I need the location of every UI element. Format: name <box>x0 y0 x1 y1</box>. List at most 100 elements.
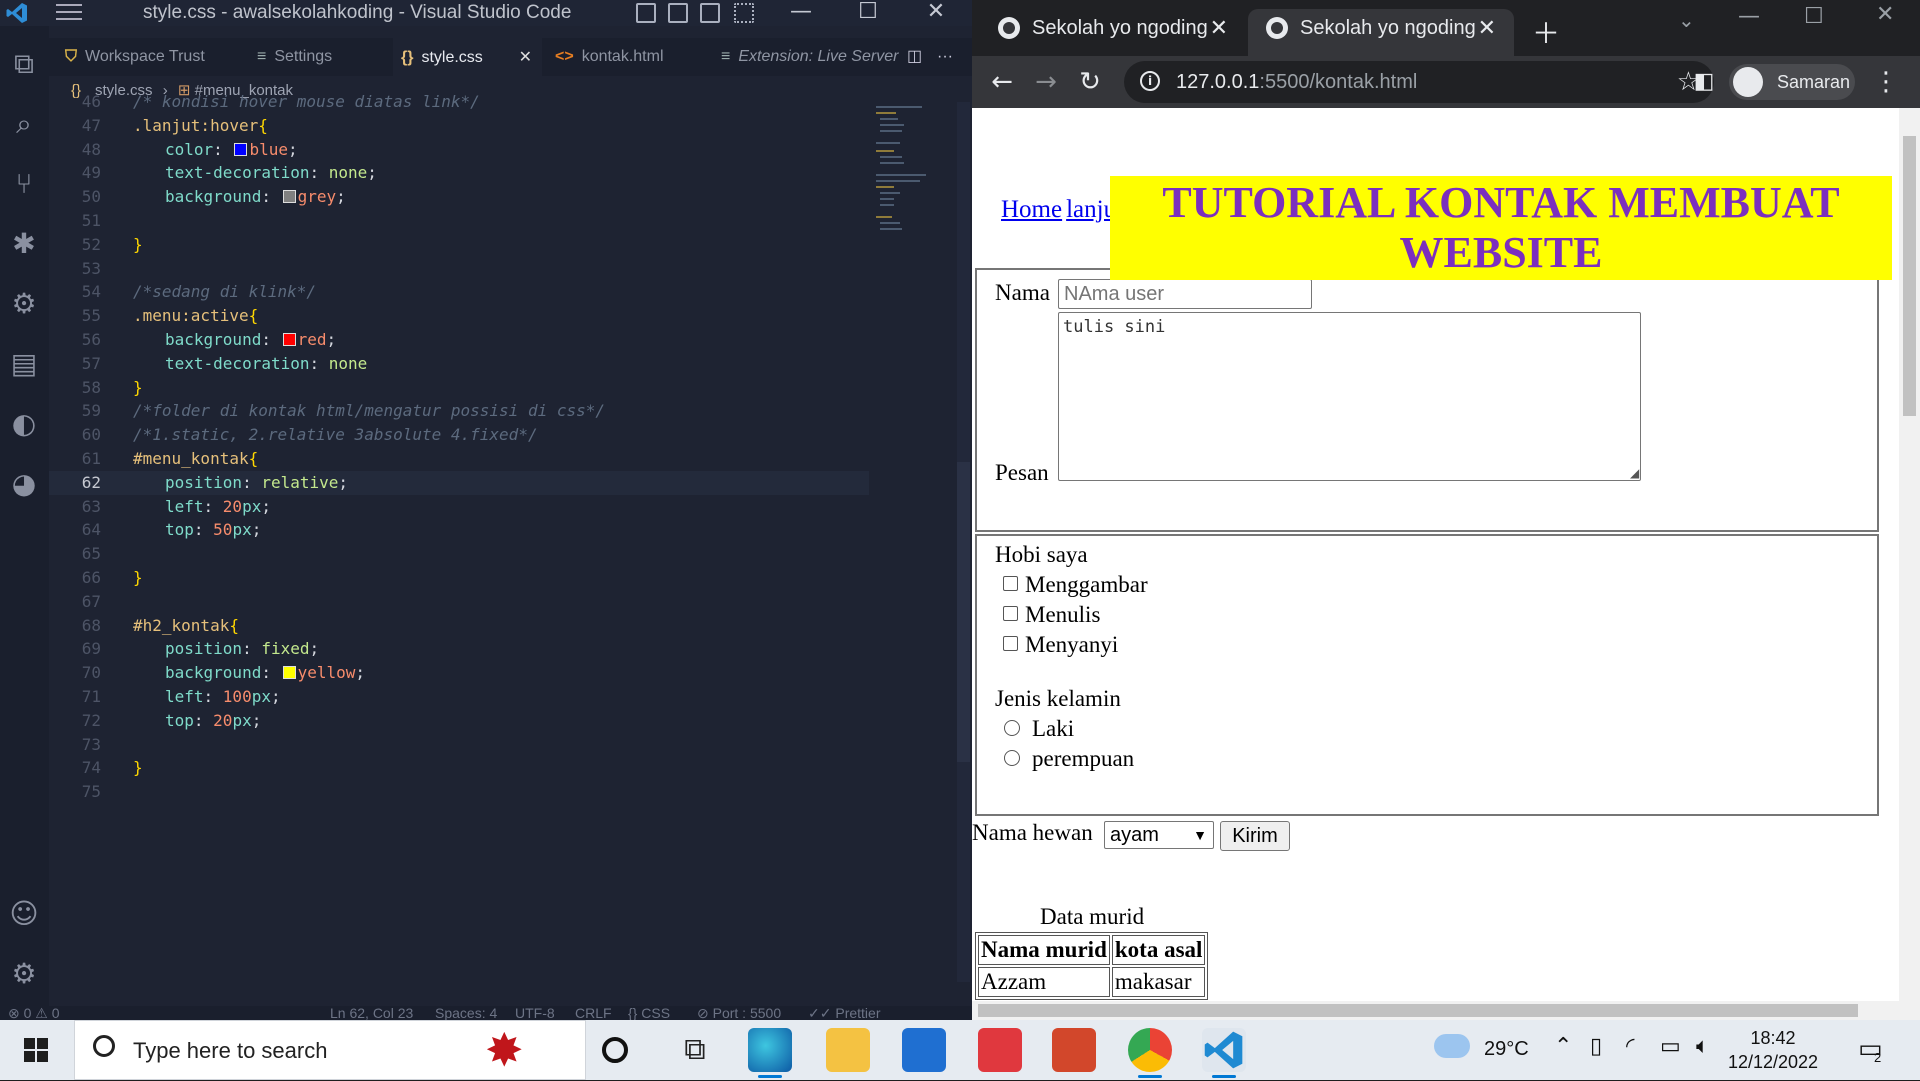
site-info-icon[interactable]: i <box>1140 71 1160 91</box>
scrollbar-thumb[interactable] <box>978 1004 1858 1017</box>
code-line[interactable]: 69 position: fixed; <box>49 637 869 661</box>
code-line[interactable]: 64 top: 50px; <box>49 518 869 542</box>
code-line[interactable]: 74} <box>49 756 869 780</box>
code-line[interactable]: 62 position: relative; <box>49 470 869 495</box>
code-line[interactable]: 58} <box>49 376 869 400</box>
weather-cloud-icon[interactable] <box>1434 1034 1470 1058</box>
kirim-button[interactable]: Kirim <box>1220 821 1290 851</box>
code-line[interactable]: 72 top: 20px; <box>49 709 869 733</box>
live-server-port[interactable]: ⊘ Port : 5500 <box>697 1006 781 1020</box>
radio-laki[interactable] <box>1004 720 1020 736</box>
problems-status[interactable]: ⊗ 0 ⚠ 0 <box>8 1006 60 1020</box>
code-line[interactable]: 57 text-decoration: none <box>49 352 869 376</box>
chrome-menu-icon[interactable]: ⋮ <box>1868 64 1904 100</box>
wifi-icon[interactable]: ◜ <box>1626 1034 1635 1059</box>
code-line[interactable]: 55 .menu:active{ <box>49 304 869 328</box>
close-window-icon[interactable]: ✕ <box>1876 2 1894 27</box>
search-icon[interactable]: ⌕ <box>6 106 42 142</box>
forward-arrow-icon[interactable]: → <box>1028 64 1064 100</box>
cursor-position[interactable]: Ln 62, Col 23 <box>330 1006 413 1020</box>
back-arrow-icon[interactable]: ← <box>984 64 1020 100</box>
taskbar-clock[interactable]: 18:42 12/12/2022 <box>1718 1026 1828 1074</box>
pocket-icon[interactable] <box>978 1028 1022 1072</box>
minimize-icon[interactable]: — <box>1738 4 1760 29</box>
prettier-status[interactable]: ✓✓ Prettier <box>808 1006 880 1020</box>
toggle-sidebar-icon[interactable] <box>636 3 656 23</box>
code-line[interactable]: 51 <box>49 209 869 233</box>
pesan-textarea[interactable]: tulis sini <box>1058 312 1641 481</box>
side-panel-icon[interactable]: ◧ <box>1686 64 1722 100</box>
code-line[interactable]: 67 <box>49 590 869 614</box>
more-actions-icon[interactable]: ··· <box>929 38 959 76</box>
page-vertical-scrollbar[interactable] <box>1899 108 1920 1001</box>
code-line[interactable]: 68 #h2_kontak{ <box>49 614 869 638</box>
minimize-icon[interactable]: — <box>779 0 823 26</box>
address-bar[interactable]: i 127.0.0.1:5500/kontak.html ☆ <box>1124 61 1714 103</box>
powerpoint-icon[interactable] <box>1052 1028 1096 1072</box>
toggle-panel-icon[interactable] <box>668 3 688 23</box>
remote-explorer-icon[interactable]: ▤ <box>6 346 42 382</box>
close-tab-icon[interactable]: ✕ <box>1210 9 1228 47</box>
url-text[interactable]: 127.0.0.1:5500/kontak.html <box>1176 61 1417 103</box>
tab-settings[interactable]: ≡ Settings <box>249 38 389 76</box>
checkbox-menulis[interactable] <box>1003 606 1018 621</box>
color-swatch[interactable] <box>282 333 296 346</box>
cortana-icon[interactable] <box>602 1037 628 1063</box>
tab-kontak-html[interactable]: <> kontak.html <box>547 38 687 76</box>
color-swatch[interactable] <box>234 142 248 156</box>
chrome-icon[interactable] <box>1128 1028 1172 1078</box>
code-editor[interactable]: 46 /* kondisi hover mouse diatas link*/ 47… <box>49 92 959 1007</box>
browser-tab-2[interactable]: Sekolah yo ngoding ✕ <box>1248 9 1514 56</box>
run-debug-icon[interactable]: ✱ <box>6 226 42 262</box>
explorer-icon[interactable]: ⧉ <box>6 46 42 82</box>
hewan-select[interactable]: ayam ▼ <box>1104 821 1214 849</box>
code-line[interactable]: 53 <box>49 257 869 281</box>
hamburger-menu-icon[interactable] <box>56 4 82 22</box>
encoding-status[interactable]: UTF-8 <box>515 1006 555 1020</box>
code-line[interactable]: 48 color: blue; <box>49 138 869 162</box>
mail-icon[interactable] <box>902 1028 946 1072</box>
scrollbar-thumb[interactable] <box>1903 136 1916 416</box>
task-view-icon[interactable]: ⧉ <box>673 1028 717 1072</box>
color-swatch[interactable] <box>282 666 296 680</box>
windows-start-icon[interactable] <box>24 1038 48 1062</box>
split-editor-icon[interactable]: ◫ <box>899 38 929 76</box>
extensions-icon[interactable]: ⚙ <box>6 286 42 322</box>
code-line[interactable]: 75 <box>49 780 869 804</box>
weather-temperature[interactable]: 29°C <box>1484 1038 1529 1061</box>
resize-grip-icon[interactable]: ◢ <box>1630 466 1639 481</box>
code-line[interactable]: 49 text-decoration: none; <box>49 161 869 185</box>
device-icon[interactable]: ▯ <box>1590 1034 1602 1059</box>
code-line[interactable]: 59 /*folder di kontak html/mengatur possi… <box>49 399 869 423</box>
code-line[interactable]: 50 background: grey; <box>49 185 869 209</box>
checkbox-menyanyi[interactable] <box>1003 636 1018 651</box>
profile-button[interactable]: Samaran <box>1729 64 1855 100</box>
nama-input[interactable] <box>1058 279 1312 309</box>
checkbox-menggambar[interactable] <box>1003 576 1018 591</box>
code-line[interactable]: 73 <box>49 733 869 757</box>
color-palette-icon[interactable]: ◕ <box>6 466 42 502</box>
tab-style-css[interactable]: {} style.css ✕ <box>393 38 542 76</box>
taskbar-search-box[interactable]: Type here to search ✸ <box>74 1020 586 1080</box>
volume-icon[interactable]: 🔈︎ <box>1696 1034 1709 1059</box>
language-mode[interactable]: {} CSS <box>628 1006 670 1020</box>
close-tab-icon[interactable]: ✕ <box>519 39 532 77</box>
vscode-taskbar-icon[interactable] <box>1202 1028 1246 1078</box>
editor-scrollbar[interactable] <box>957 102 970 982</box>
manage-gear-icon[interactable]: ⚙ <box>6 956 42 992</box>
color-swatch[interactable] <box>282 190 296 204</box>
code-line[interactable]: 63 left: 20px; <box>49 495 869 519</box>
code-line[interactable]: 60 /*1.static, 2.relative 3absolute 4.fix… <box>49 423 869 447</box>
eol-status[interactable]: CRLF <box>575 1006 612 1020</box>
maximize-icon[interactable]: ☐ <box>846 0 890 26</box>
show-hidden-icons-chevron-icon[interactable]: ⌃ <box>1554 1034 1572 1059</box>
radio-perempuan[interactable] <box>1004 750 1020 766</box>
code-line[interactable]: 66} <box>49 566 869 590</box>
tab-workspace-trust[interactable]: ⛉ Workspace Trust <box>57 38 232 76</box>
close-icon[interactable]: ✕ <box>914 0 958 26</box>
code-line[interactable]: 46 /* kondisi hover mouse diatas link*/ <box>49 90 869 114</box>
accounts-icon[interactable]: ☺ <box>6 896 42 932</box>
customize-layout-icon[interactable] <box>734 3 754 23</box>
code-line[interactable]: 65 <box>49 542 869 566</box>
scrollbar-thumb[interactable] <box>957 462 970 762</box>
